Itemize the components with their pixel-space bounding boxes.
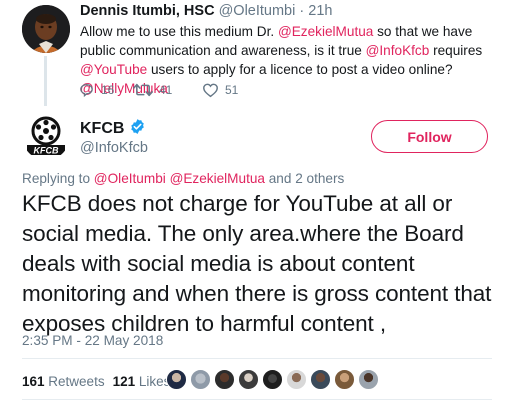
follow-button[interactable]: Follow [371,120,488,153]
retweet-button[interactable]: 41 [133,82,172,98]
reply-icon [78,82,95,98]
likes-count: 121 [112,374,136,389]
like-icon [202,82,219,98]
mention-link[interactable]: @YouTube [80,62,147,77]
liker-avatar[interactable] [286,369,307,390]
liker-avatar[interactable] [238,369,259,390]
text-segment: users to apply for a licence to post a v… [147,62,453,77]
like-button[interactable]: 51 [202,82,238,98]
replying-prefix: Replying to [22,171,94,186]
divider [22,358,492,359]
author-handle[interactable]: @OleItumbi [219,3,296,19]
mention-link[interactable]: @EzekielMutua [278,24,373,39]
tweet-time[interactable]: 21h [308,3,332,19]
parent-tweet[interactable]: Dennis Itumbi, HSC @OleItumbi · 21h Allo… [0,0,511,112]
replying-to-line: Replying to @OleItumbi @EzekielMutua and… [22,171,344,186]
retweet-icon [133,82,153,98]
liker-avatar[interactable] [166,369,187,390]
verified-badge-icon [129,118,146,140]
retweets-stat[interactable]: 161 Retweets [22,374,105,389]
retweet-count: 41 [159,83,173,97]
retweets-count: 161 [22,374,45,389]
thread-connector-line [44,56,47,106]
likers-avatars [166,369,379,390]
author-name-row: KFCB [80,118,146,140]
likes-stat[interactable]: 121 Likes [113,374,171,389]
replying-suffix[interactable]: and 2 others [265,171,345,186]
author-name[interactable]: KFCB [80,120,124,138]
like-count: 51 [225,83,239,97]
liker-avatar[interactable] [358,369,379,390]
reply-count: 16 [101,83,115,97]
mention-link[interactable]: @OleItumbi [94,171,166,186]
tweet-stats: 161 Retweets 121 Likes [22,374,170,389]
liker-avatar[interactable] [214,369,235,390]
text-segment: Allow me to use this medium Dr. [80,24,278,39]
reply-button[interactable]: 16 [78,82,114,98]
parent-tweet-header: Dennis Itumbi, HSC @OleItumbi · 21h [80,3,332,19]
retweets-label: Retweets [48,374,105,389]
liker-avatar[interactable] [310,369,331,390]
liker-avatar[interactable] [262,369,283,390]
liker-avatar[interactable] [334,369,355,390]
mention-link[interactable]: @InfoKfcb [366,43,430,58]
text-segment: requires [429,43,483,58]
separator-dot: · [299,3,305,19]
tweet-text: KFCB does not charge for YouTube at all … [22,191,492,336]
author-name[interactable]: Dennis Itumbi, HSC [80,3,215,19]
tweet-timestamp[interactable]: 2:35 PM - 22 May 2018 [22,333,163,348]
kfcb-logo-text: KFCB [34,146,59,156]
kfcb-avatar[interactable]: KFCB [22,112,70,160]
kfcb-logo-icon: KFCB [22,112,70,160]
liker-avatar[interactable] [190,369,211,390]
author-handle[interactable]: @InfoKfcb [80,140,148,156]
mention-link[interactable]: @EzekielMutua [170,171,265,186]
avatar[interactable] [22,5,70,53]
